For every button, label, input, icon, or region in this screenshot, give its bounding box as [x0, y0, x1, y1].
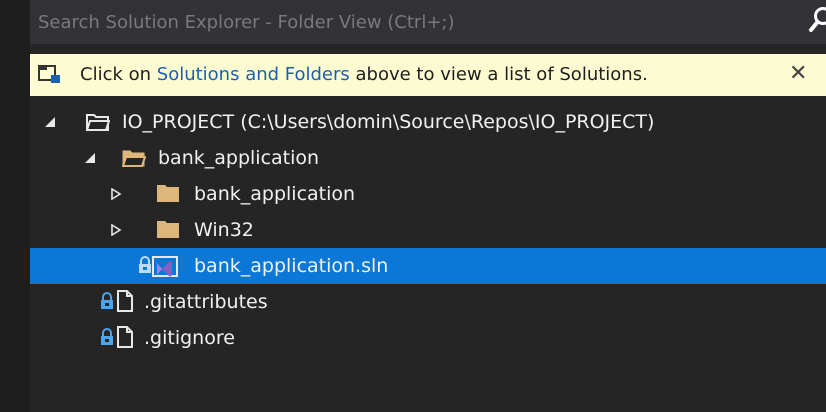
- folder-icon: [157, 185, 179, 202]
- lock-icon: [101, 328, 113, 345]
- close-icon[interactable]: ✕: [789, 62, 807, 86]
- search-bar: [30, 0, 826, 44]
- tree-item-bank-application-folder[interactable]: bank_application: [30, 140, 826, 176]
- tree-item-gitignore[interactable]: .gitignore: [30, 320, 826, 356]
- info-bar-message: Click on Solutions and Folders above to …: [80, 64, 648, 85]
- tree-item-label: IO_PROJECT (C:\Users\domin\Source\Repos\…: [122, 111, 655, 133]
- folder-icon: [157, 221, 179, 238]
- tree-item-win32-subfolder[interactable]: Win32: [30, 212, 826, 248]
- file-icon: [117, 326, 133, 348]
- visual-studio-solution-icon: [152, 256, 178, 277]
- lock-icon: [101, 292, 113, 309]
- solutions-and-folders-link[interactable]: Solutions and Folders: [157, 64, 350, 85]
- tree-item-root[interactable]: IO_PROJECT (C:\Users\domin\Source\Repos\…: [30, 104, 826, 140]
- open-folder-icon: [122, 150, 146, 167]
- search-input[interactable]: [36, 6, 780, 38]
- tree-item-label: .gitattributes: [144, 291, 268, 313]
- tree-item-label: .gitignore: [144, 327, 235, 349]
- tree-item-label: bank_application.sln: [194, 255, 389, 277]
- search-icon[interactable]: [806, 4, 826, 38]
- tree-item-label: Win32: [194, 219, 254, 241]
- file-icon: [117, 290, 133, 312]
- tree-item-label: bank_application: [194, 183, 356, 205]
- info-bar-text: Click on: [80, 64, 157, 85]
- collapsed-arrow-icon[interactable]: [110, 224, 122, 236]
- info-bar-text-suffix: above to view a list of Solutions.: [349, 64, 648, 85]
- expanded-arrow-icon[interactable]: [44, 116, 56, 128]
- left-gutter: [0, 0, 30, 412]
- expanded-arrow-icon[interactable]: [84, 152, 96, 164]
- collapsed-arrow-icon[interactable]: [110, 188, 122, 200]
- tree-item-label: bank_application: [158, 147, 320, 169]
- info-bar: Click on Solutions and Folders above to …: [30, 54, 826, 96]
- tree-item-bank-application-subfolder[interactable]: bank_application: [30, 176, 826, 212]
- solution-folder-icon: [38, 65, 60, 83]
- tree-item-solution-file[interactable]: bank_application.sln: [30, 248, 826, 284]
- open-folder-icon: [86, 114, 110, 131]
- tree-item-gitattributes[interactable]: .gitattributes: [30, 284, 826, 320]
